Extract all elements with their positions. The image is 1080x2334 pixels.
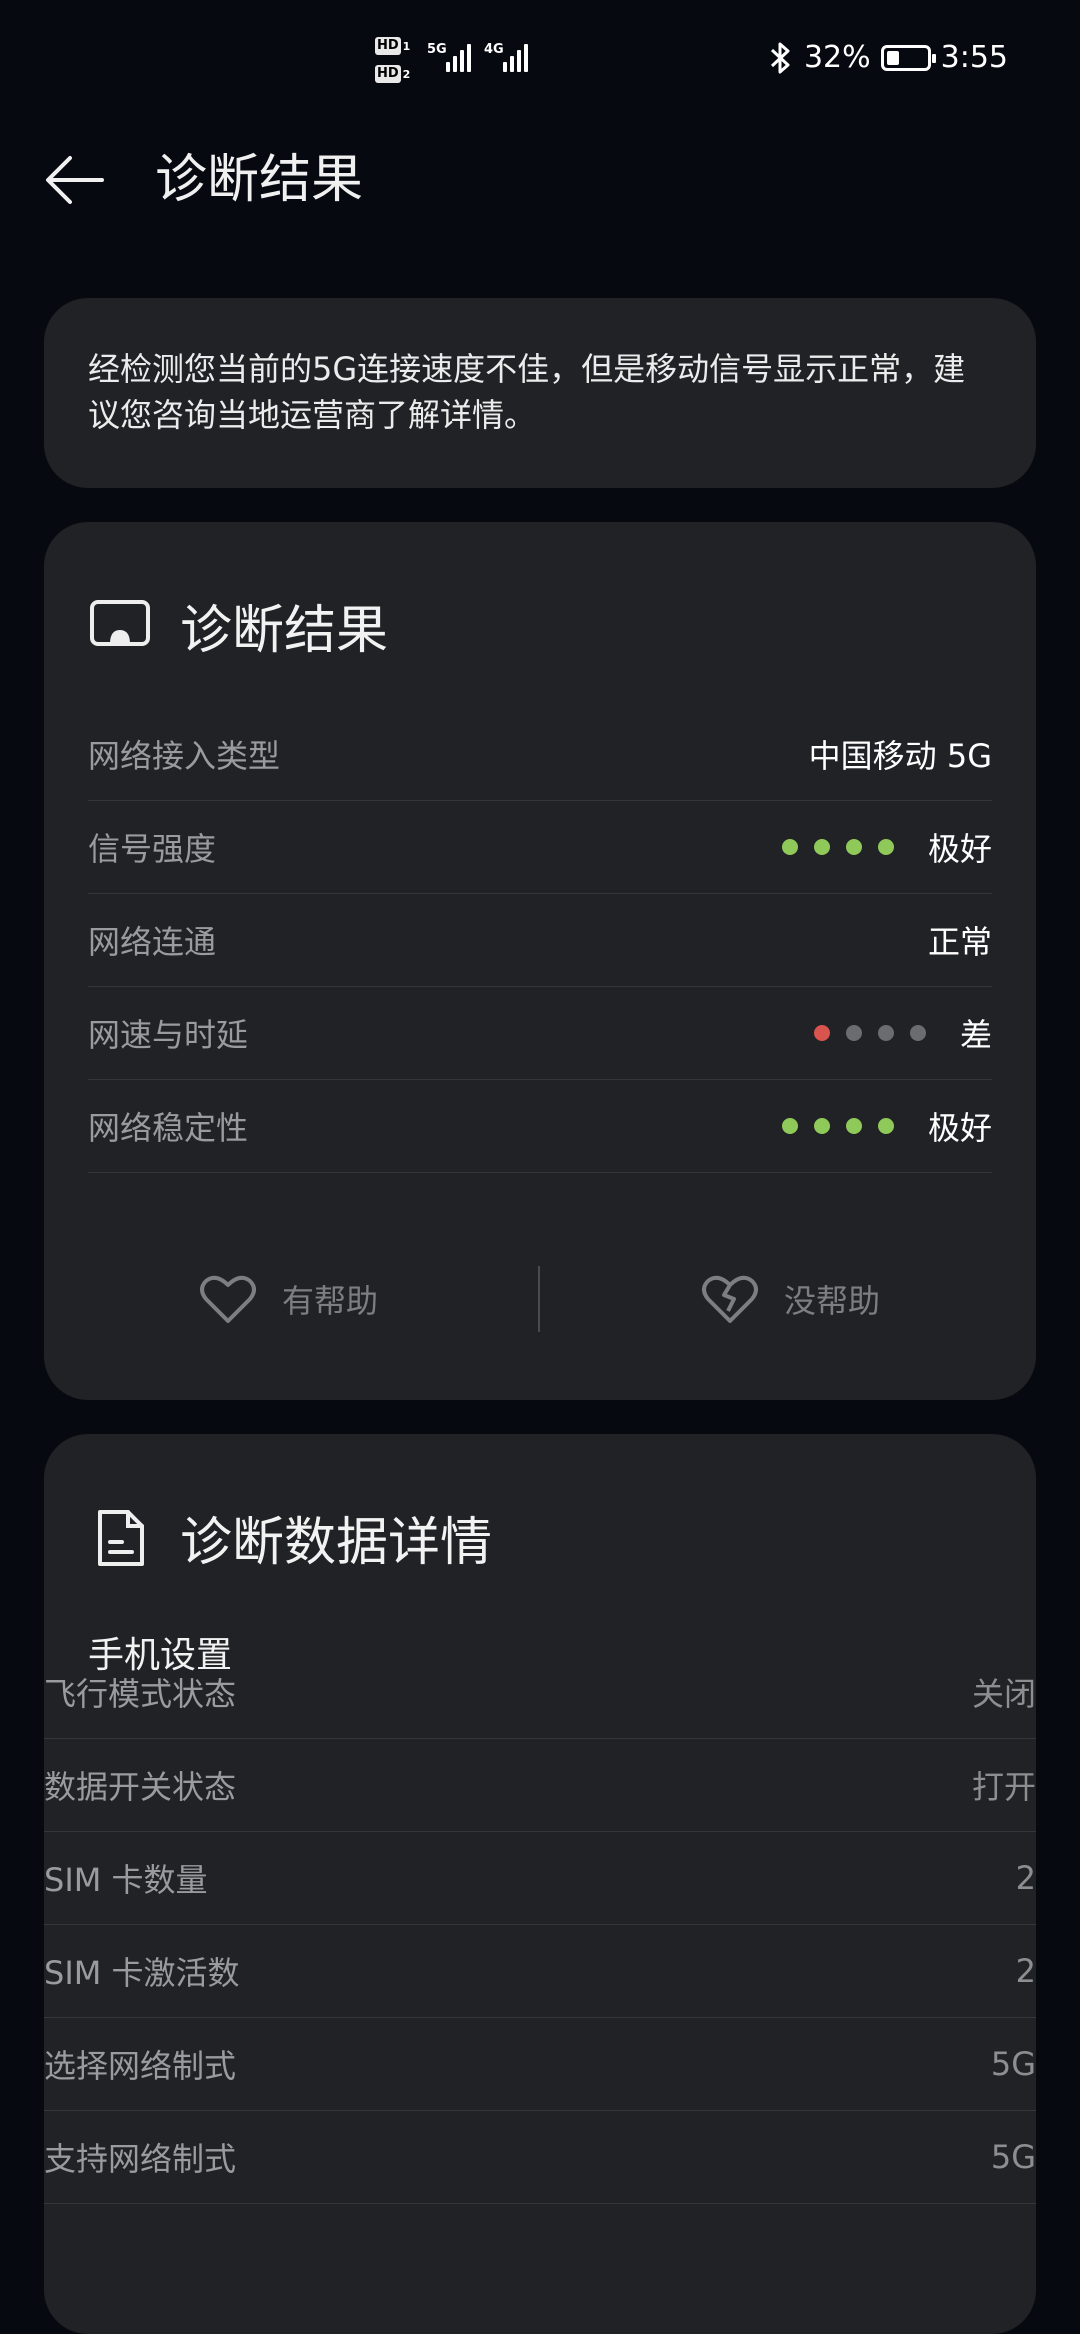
back-arrow-icon[interactable] <box>40 144 112 216</box>
rating-dot <box>781 1118 798 1134</box>
signal-icon-2 <box>503 44 528 72</box>
result-row-value: 中国移动 5G <box>809 731 992 777</box>
result-row-value-text: 极好 <box>927 1109 992 1147</box>
diagnosis-result-card: 诊断结果 网络接入类型 中国移动 5G 信号强度 极好 网络连通 正常 网速与时延差网络稳定… <box>44 522 1036 1400</box>
rating-dot <box>813 1025 830 1041</box>
feedback-divider <box>538 1266 540 1332</box>
setting-row: 支持网络制式 5G <box>44 2111 1036 2204</box>
result-row-value: 极好 <box>781 824 992 870</box>
sim-indicators: HD 1 HD 2 <box>375 34 431 90</box>
result-row-label: 信号强度 <box>88 830 217 868</box>
rating-dot <box>813 839 830 855</box>
result-row: 信号强度 极好 <box>88 801 992 894</box>
notice-text: 经检测您当前的5G连接速度不佳，但是移动信号显示正常，建议您咨询当地运营商了解详… <box>88 350 966 434</box>
feedback-bar: 有帮助 没帮助 <box>44 1264 1036 1334</box>
rating-dot <box>845 1118 862 1134</box>
diagnosis-notice: 经检测您当前的5G连接速度不佳，但是移动信号显示正常，建议您咨询当地运营商了解详… <box>44 298 1036 488</box>
battery-icon <box>880 44 936 71</box>
rating-dot <box>877 839 894 855</box>
data-card-header: 诊断数据详情 <box>88 1500 492 1575</box>
cast-screen-icon <box>90 599 150 646</box>
rating-dot <box>877 1025 894 1041</box>
page-title: 诊断结果 <box>155 150 364 210</box>
battery-fill <box>886 50 899 65</box>
rating-dots <box>813 1025 926 1041</box>
result-row-value: 正常 <box>928 917 992 963</box>
result-row-value-text: 差 <box>959 1016 992 1054</box>
clock: 3:55 <box>940 40 1008 75</box>
setting-row: 数据开关状态 打开 <box>44 1739 1036 1832</box>
setting-label: 飞行模式状态 <box>44 1675 237 1713</box>
rating-dots <box>781 1118 894 1134</box>
result-row-label: 网络接入类型 <box>88 737 281 775</box>
setting-label: 选择网络制式 <box>44 2047 237 2085</box>
setting-row: 选择网络制式 5G <box>44 2018 1036 2111</box>
broken-heart-icon <box>702 1275 758 1323</box>
setting-label: SIM 卡激活数 <box>44 1954 240 1992</box>
result-card-header: 诊断结果 <box>88 588 388 663</box>
hd-badge-2: HD <box>375 65 401 83</box>
rating-dots <box>781 839 894 855</box>
setting-label: SIM 卡数量 <box>44 1861 208 1899</box>
result-row-value: 差 <box>813 1010 992 1056</box>
hd-badge-1: HD <box>375 37 401 55</box>
rating-dot <box>781 839 798 855</box>
result-row: 网络接入类型 中国移动 5G <box>88 708 992 801</box>
setting-row: 飞行模式状态 关闭 <box>44 1646 1036 1739</box>
result-card-title: 诊断结果 <box>180 601 389 661</box>
status-right: 32% 3:55 <box>768 40 1008 75</box>
result-row-value-text: 中国移动 5G <box>808 737 992 775</box>
status-bar: HD 1 HD 2 5G 4G 32% 3:55 <box>0 0 1080 120</box>
setting-value: 关闭 <box>971 1675 1036 1713</box>
result-row: 网速与时延 差 <box>88 987 992 1080</box>
setting-value: 5G <box>990 2138 1036 2176</box>
not-helpful-button[interactable]: 没帮助 <box>698 1264 880 1334</box>
rating-dot <box>845 839 862 855</box>
data-rows: 飞行模式状态 关闭数据开关状态 打开 SIM 卡数量 2 SIM 卡激活数 2 选择网络制式 5… <box>44 1646 1036 2204</box>
setting-value: 2 <box>1015 1859 1036 1897</box>
setting-label: 支持网络制式 <box>44 2140 237 2178</box>
signal-icon <box>446 44 471 72</box>
heart-icon <box>200 1275 256 1323</box>
setting-value: 5G <box>990 2045 1036 2083</box>
setting-value: 2 <box>1015 1952 1036 1990</box>
result-row-label: 网速与时延 <box>88 1016 249 1054</box>
helpful-label: 有帮助 <box>282 1282 379 1320</box>
result-rows: 网络接入类型 中国移动 5G 信号强度 极好 网络连通 正常 网速与时延差网络稳定性 极好 <box>88 708 992 1173</box>
result-row-value: 极好 <box>781 1103 992 1149</box>
app-header: 诊断结果 <box>0 130 1080 230</box>
setting-row: SIM 卡数量 2 <box>44 1832 1036 1925</box>
network-type-1: 5G <box>427 42 447 57</box>
sim1-number: 1 <box>402 39 411 53</box>
result-row-label: 网络连通 <box>88 923 217 961</box>
bluetooth-icon <box>770 42 790 73</box>
rating-dot <box>877 1118 894 1134</box>
setting-label: 数据开关状态 <box>44 1768 237 1806</box>
result-row-value-text: 正常 <box>927 923 992 961</box>
network-type-2: 4G <box>484 42 504 57</box>
setting-value: 打开 <box>971 1768 1036 1806</box>
sim2-number: 2 <box>402 67 411 81</box>
not-helpful-label: 没帮助 <box>784 1282 881 1320</box>
result-row-label: 网络稳定性 <box>88 1109 249 1147</box>
result-row-value-text: 极好 <box>927 830 992 868</box>
battery-percent: 32% <box>803 40 871 75</box>
result-row: 网络稳定性 极好 <box>88 1080 992 1173</box>
result-row: 网络连通 正常 <box>88 894 992 987</box>
setting-row: SIM 卡激活数 2 <box>44 1925 1036 2018</box>
rating-dot <box>845 1025 862 1041</box>
rating-dot <box>909 1025 926 1041</box>
helpful-button[interactable]: 有帮助 <box>196 1264 378 1334</box>
document-icon <box>98 1509 144 1566</box>
rating-dot <box>813 1118 830 1134</box>
data-card-title: 诊断数据详情 <box>180 1513 493 1573</box>
